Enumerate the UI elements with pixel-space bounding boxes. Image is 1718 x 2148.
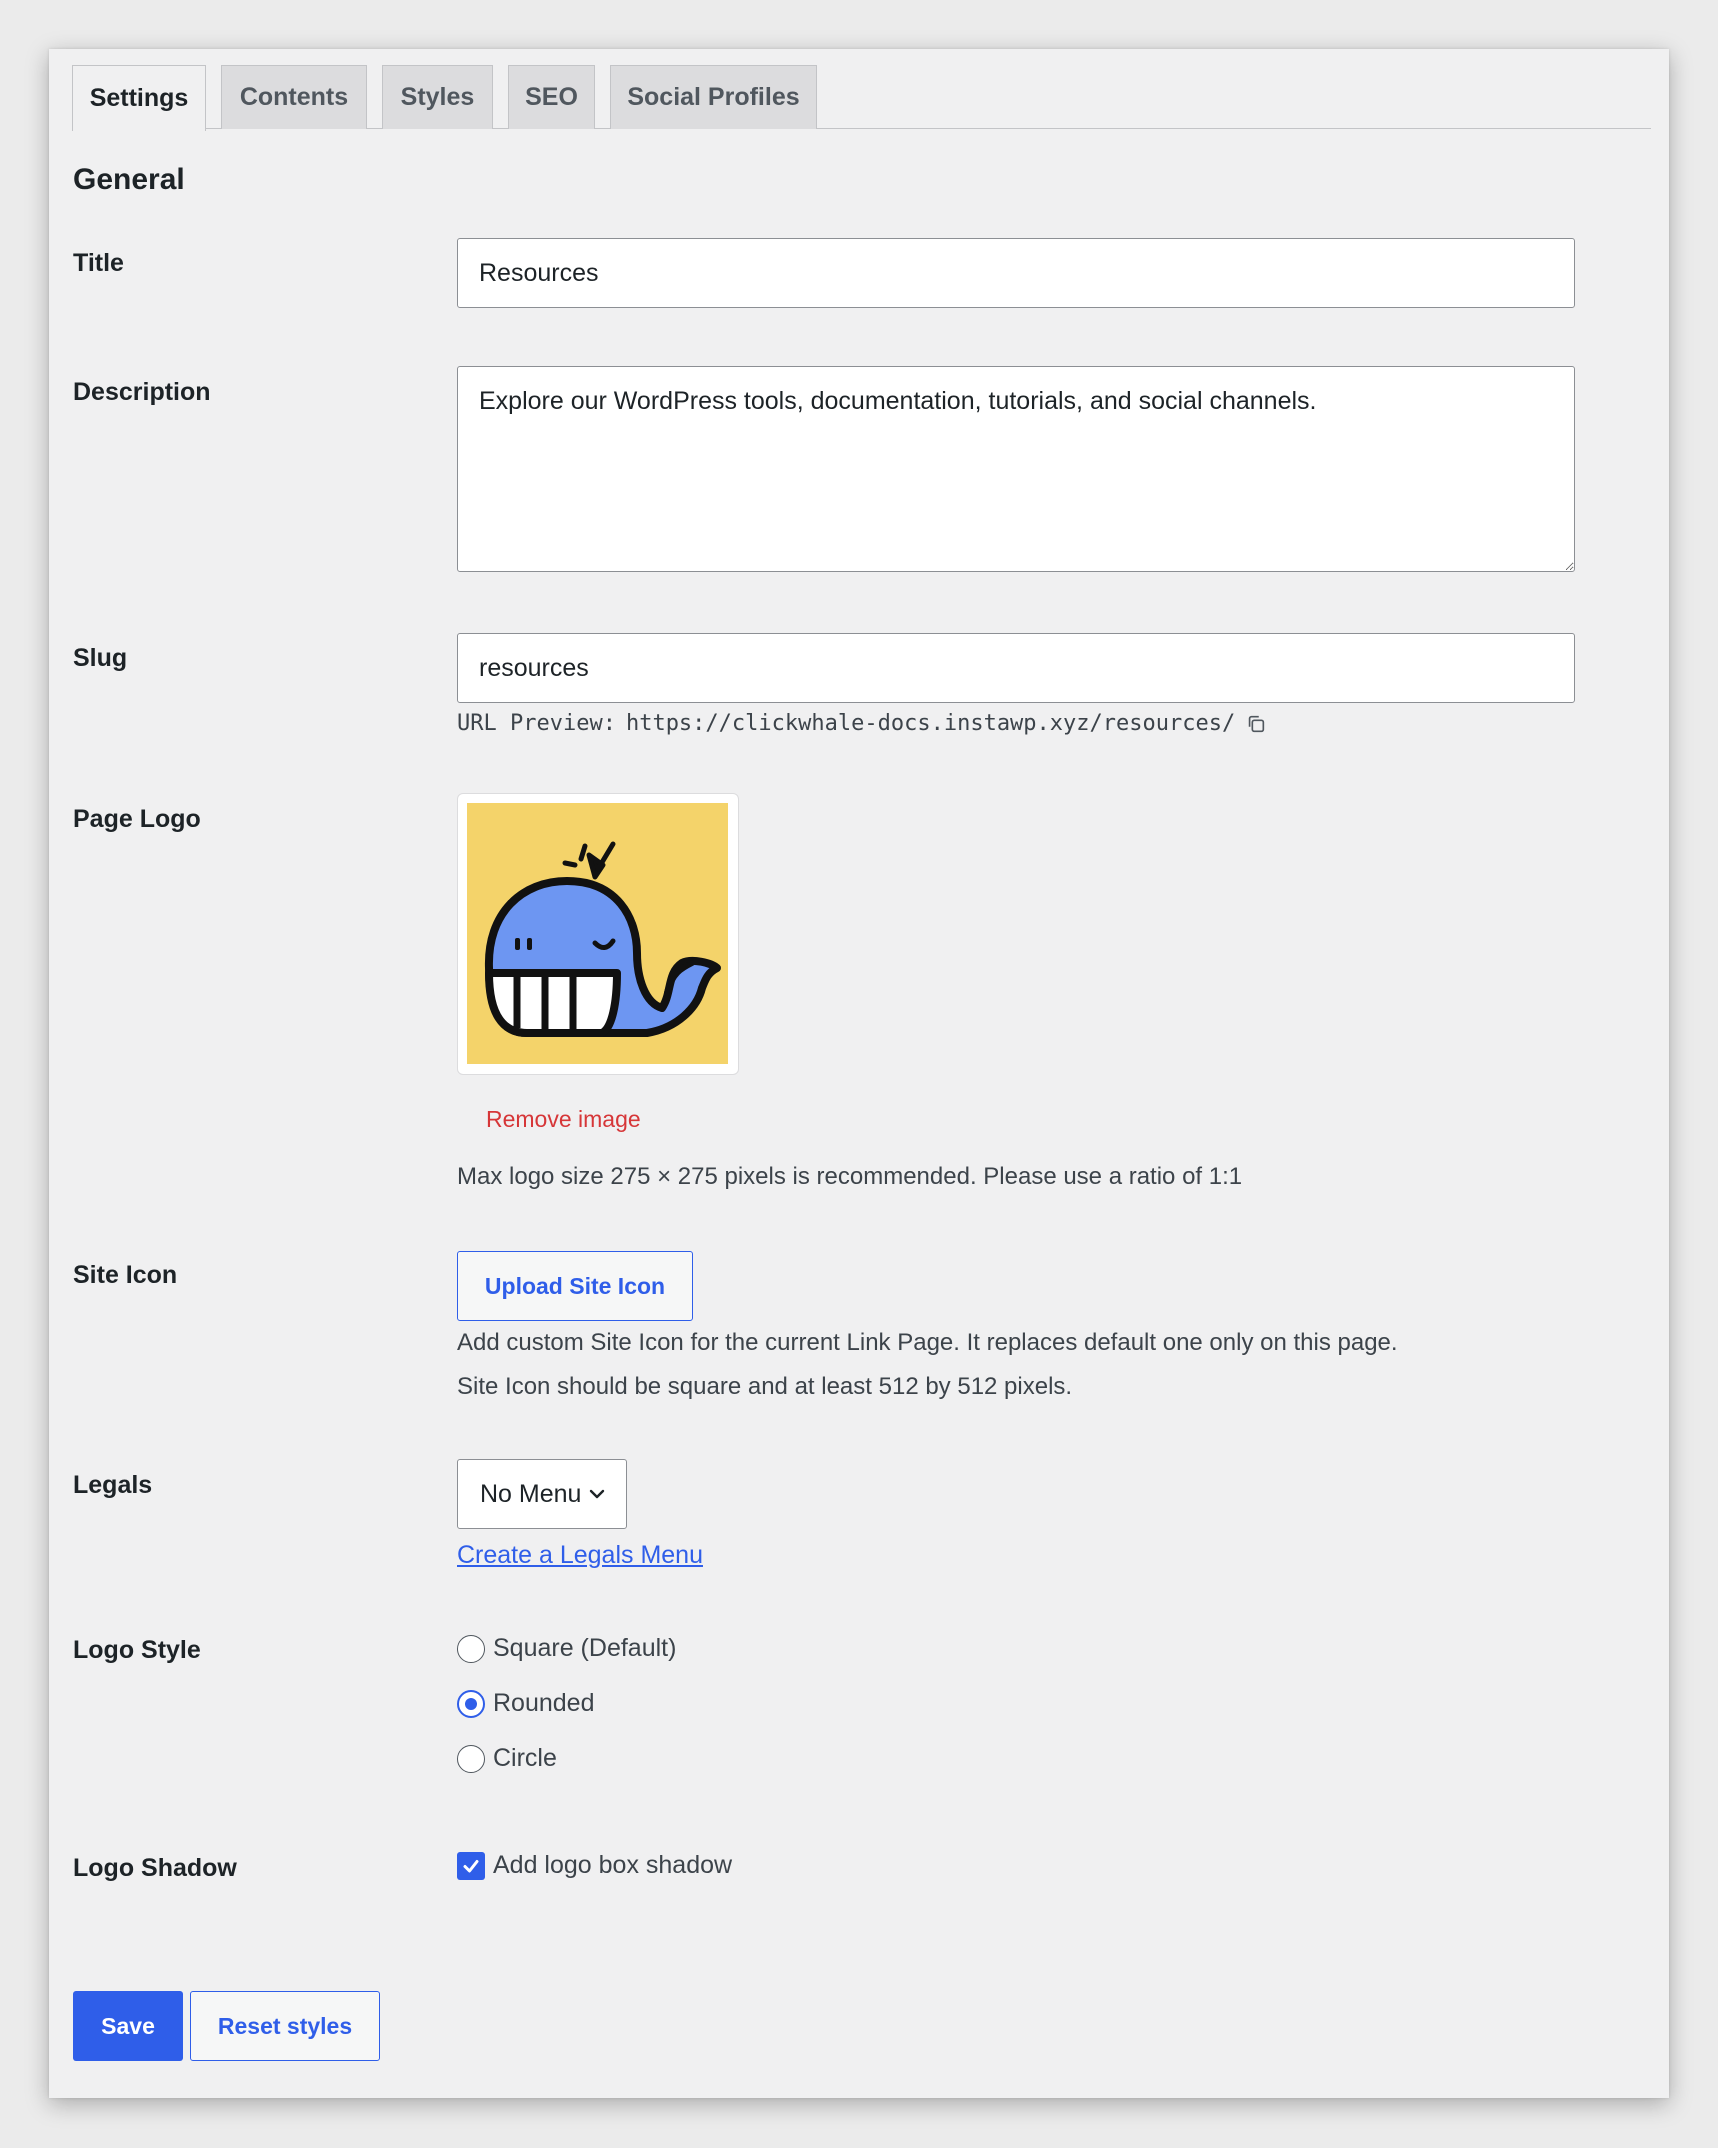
radio-rounded-label: Rounded [493,1689,595,1717]
logo-shadow-option[interactable]: Add logo box shadow [457,1851,732,1880]
url-preview-label: URL Preview: [457,711,616,736]
create-legals-menu-link[interactable]: Create a Legals Menu [457,1541,703,1570]
copy-icon[interactable] [1245,713,1267,735]
logo-shadow-label: Logo Shadow [73,1854,237,1882]
tab-seo[interactable]: SEO [508,65,595,129]
chevron-down-icon [590,1489,605,1499]
description-textarea[interactable]: Explore our WordPress tools, documentati… [457,366,1575,572]
tab-settings[interactable]: Settings [72,65,206,131]
reset-styles-button[interactable]: Reset styles [190,1991,380,2061]
title-label: Title [73,249,124,277]
site-icon-help-1: Add custom Site Icon for the current Lin… [457,1329,1398,1356]
radio-circle[interactable] [457,1744,485,1773]
upload-site-icon-button[interactable]: Upload Site Icon [457,1251,693,1321]
slug-input[interactable] [457,633,1575,703]
description-label: Description [73,378,211,406]
tab-contents[interactable]: Contents [221,65,367,129]
save-button[interactable]: Save [73,1991,183,2061]
radio-square-label: Square (Default) [493,1634,677,1662]
checkmark-icon [463,1859,479,1872]
add-logo-shadow-checkbox[interactable] [457,1851,485,1880]
slug-label: Slug [73,644,128,672]
remove-image-link[interactable]: Remove image [486,1106,641,1133]
url-preview: URL Preview: https://clickwhale-docs.ins… [457,711,1267,736]
logo-style-option-square[interactable]: Square (Default) [457,1634,676,1663]
url-preview-value: https://clickwhale-docs.instawp.xyz/reso… [625,711,1236,736]
page-logo-help: Max logo size 275 × 275 pixels is recomm… [457,1163,1243,1190]
whale-logo-icon [467,803,728,1064]
section-title: General [73,163,185,196]
tab-bar: Settings Contents Styles SEO Social Prof… [72,65,1651,131]
site-icon-label: Site Icon [73,1261,178,1289]
radio-circle-label: Circle [493,1744,557,1772]
tab-social-profiles[interactable]: Social Profiles [610,65,817,129]
radio-square[interactable] [457,1634,485,1663]
add-logo-shadow-label: Add logo box shadow [493,1851,733,1879]
logo-style-option-circle[interactable]: Circle [457,1744,557,1773]
radio-rounded[interactable] [457,1689,485,1718]
page-logo-preview[interactable] [457,793,739,1075]
title-input[interactable] [457,238,1575,308]
legals-select[interactable]: No Menu [457,1459,627,1529]
settings-panel: Settings Contents Styles SEO Social Prof… [49,49,1669,2098]
logo-style-label: Logo Style [73,1636,201,1664]
legals-select-value: No Menu [480,1479,582,1508]
tab-styles[interactable]: Styles [382,65,493,129]
page-logo-label: Page Logo [73,805,201,833]
legals-label: Legals [73,1471,153,1499]
site-icon-help-2: Site Icon should be square and at least … [457,1373,1073,1400]
logo-style-option-rounded[interactable]: Rounded [457,1689,594,1718]
